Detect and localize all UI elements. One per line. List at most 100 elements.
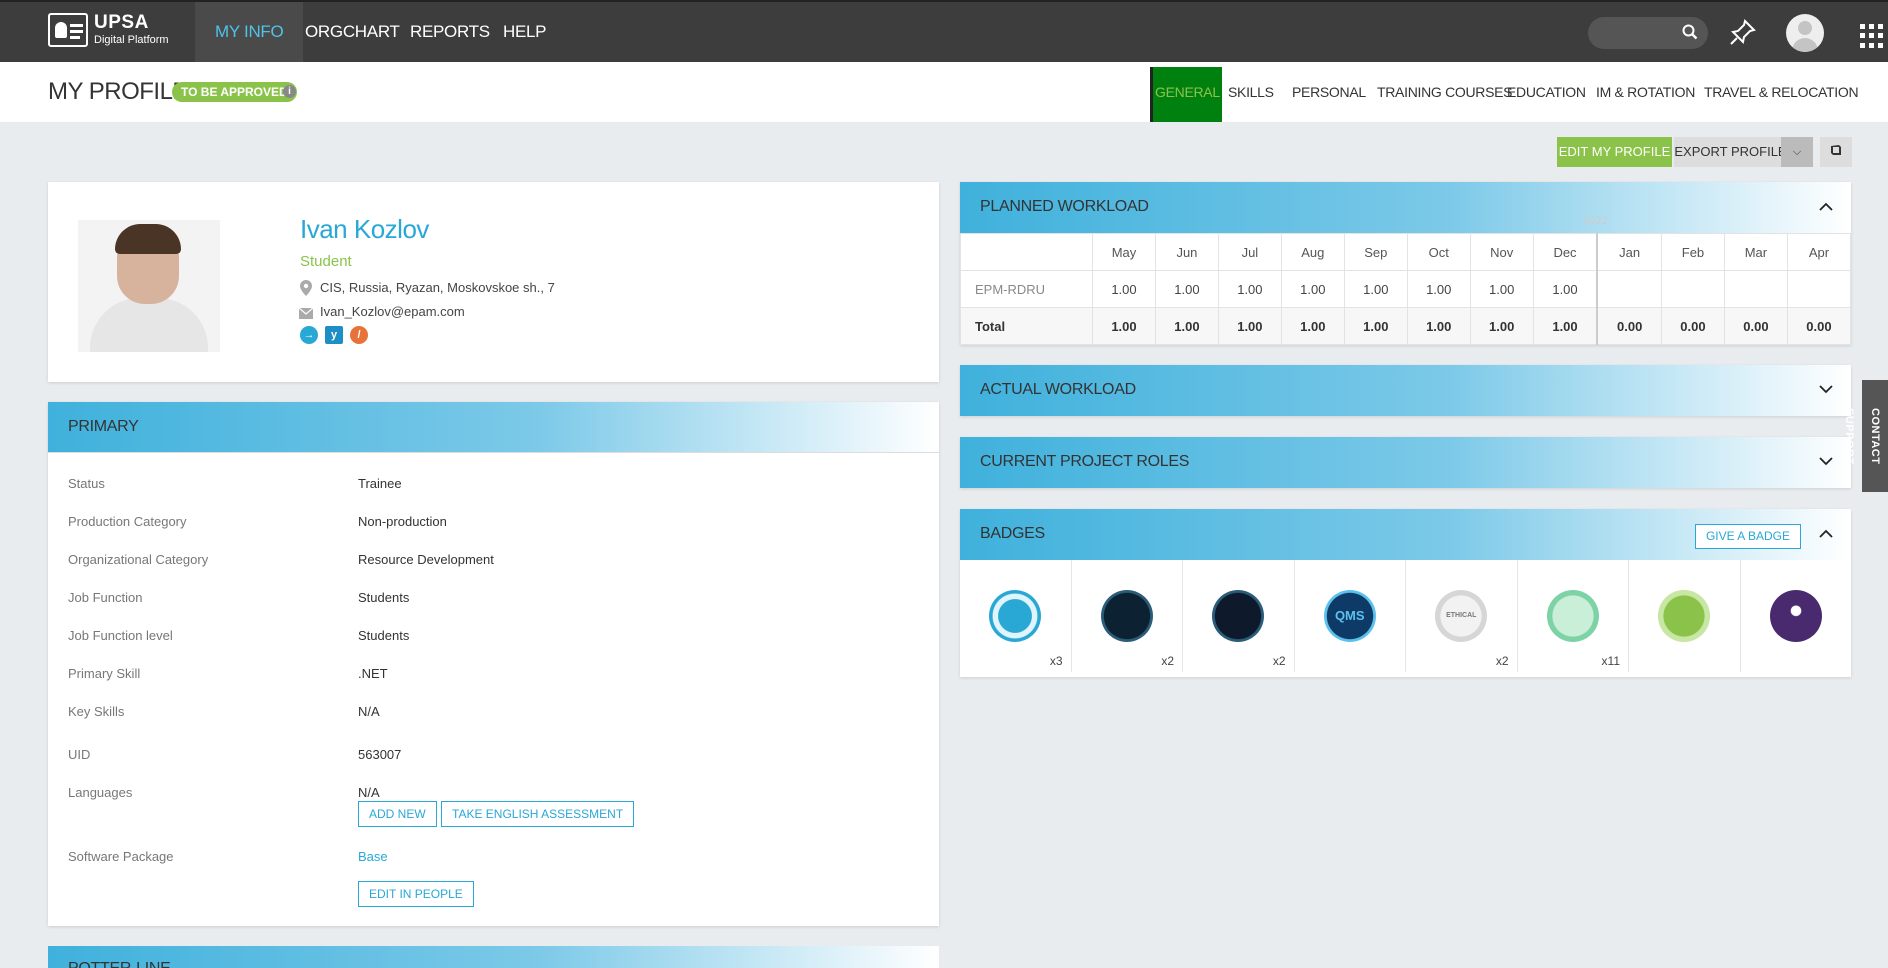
tab-skills[interactable]: SKILLS xyxy=(1228,62,1274,122)
export-dropdown-button[interactable]: ⌵ xyxy=(1781,137,1813,167)
uid-value: 563007 xyxy=(358,747,402,762)
total-cell: 1.00 xyxy=(1092,307,1156,345)
workload-cell: 1.00 xyxy=(1280,270,1345,308)
table-header-row: May Jun Jul Aug Sep Oct Nov Dec Jan Feb … xyxy=(960,233,1852,271)
person-name: Ivan Kozlov xyxy=(300,214,429,244)
total-label: Total xyxy=(960,307,1093,345)
edit-in-people-button[interactable]: EDIT IN PEOPLE xyxy=(358,881,474,907)
tab-personal[interactable]: PERSONAL xyxy=(1292,62,1366,122)
planned-workload-title: PLANNED WORKLOAD xyxy=(980,198,1149,215)
total-cell: 0.00 xyxy=(1786,307,1852,345)
month-header: Sep xyxy=(1343,233,1408,271)
primary-header: PRIMARY xyxy=(48,402,939,453)
actual-workload-header[interactable]: ACTUAL WORKLOAD xyxy=(960,365,1851,416)
pin-icon[interactable] xyxy=(1728,17,1758,52)
tab-general[interactable]: GENERAL xyxy=(1150,67,1222,122)
badge-item[interactable]: x2 xyxy=(1072,560,1183,672)
actual-workload-title: ACTUAL WORKLOAD xyxy=(980,381,1136,398)
languages-label: Languages xyxy=(68,785,133,800)
planned-workload-header[interactable]: PLANNED WORKLOAD xyxy=(960,182,1851,233)
badge-list: x3 x2 x2 QMS ETHICAL x2 x11 xyxy=(960,560,1851,672)
month-header: Oct xyxy=(1406,233,1471,271)
production-category-value: Non-production xyxy=(358,514,447,529)
app-logo[interactable]: UPSA Digital Platform xyxy=(48,13,169,47)
compliance-badge-icon xyxy=(1546,590,1599,642)
rocket-badge-icon xyxy=(1769,590,1822,642)
project-roles-header[interactable]: CURRENT PROJECT ROLES xyxy=(960,437,1851,488)
workload-cell: 1.00 xyxy=(1469,270,1534,308)
job-function-label: Job Function xyxy=(68,590,143,605)
tab-training-courses[interactable]: TRAINING COURSES xyxy=(1377,62,1513,122)
search-icon[interactable] xyxy=(1682,24,1698,45)
search-input[interactable] xyxy=(1588,17,1708,49)
total-cell: 1.00 xyxy=(1532,307,1598,345)
job-function-level-value: Students xyxy=(358,628,410,643)
add-language-button[interactable]: ADD NEW xyxy=(358,801,437,827)
badge-item[interactable]: x11 xyxy=(1518,560,1629,672)
software-package-label: Software Package xyxy=(68,849,174,864)
badge-item[interactable] xyxy=(1741,560,1852,672)
badge-item[interactable] xyxy=(1629,560,1741,672)
potter-line-title: POTTER-LINE xyxy=(68,960,171,968)
tree-badge-icon xyxy=(1658,590,1711,642)
chevron-down-icon[interactable] xyxy=(1819,383,1833,397)
give-badge-button[interactable]: GIVE A BADGE xyxy=(1694,524,1801,549)
contact-support-tab[interactable]: CONTACT SUPPORT xyxy=(1843,380,1888,492)
telescope-icon[interactable]: → xyxy=(300,326,318,344)
month-header: May xyxy=(1092,233,1156,271)
logo-subtitle: Digital Platform xyxy=(94,34,169,46)
organizational-category-value: Resource Development xyxy=(358,552,494,567)
potter-line-header[interactable]: POTTER-LINE xyxy=(48,946,939,968)
total-cell: 0.00 xyxy=(1660,307,1725,345)
apps-grid-icon[interactable] xyxy=(1860,24,1884,48)
hub-icon[interactable]: / xyxy=(350,326,368,344)
person-email[interactable]: Ivan_Kozlov@epam.com xyxy=(320,304,465,319)
organizational-category-label: Organizational Category xyxy=(68,552,209,567)
software-package-link[interactable]: Base xyxy=(358,849,388,864)
book-icon[interactable] xyxy=(1820,137,1852,167)
planned-workload-section: PLANNED WORKLOAD 2022 May Jun Jul Aug Se… xyxy=(960,182,1852,345)
month-header: Nov xyxy=(1469,233,1534,271)
workload-cell: 1.00 xyxy=(1154,270,1219,308)
total-cell: 1.00 xyxy=(1154,307,1219,345)
badge-item[interactable]: x2 xyxy=(1183,560,1295,672)
languages-value: N/A xyxy=(358,785,380,800)
job-function-level-label: Job Function level xyxy=(68,628,173,643)
chevron-up-icon[interactable] xyxy=(1819,527,1833,541)
info-icon[interactable]: i xyxy=(283,85,296,98)
monitor-badge-icon xyxy=(989,590,1042,642)
badge-item[interactable]: QMS xyxy=(1295,560,1406,672)
project-roles-section: CURRENT PROJECT ROLES xyxy=(960,437,1851,488)
logo-icon xyxy=(48,13,88,47)
take-english-assessment-button[interactable]: TAKE ENGLISH ASSESSMENT xyxy=(441,801,635,827)
tab-education[interactable]: EDUCATION xyxy=(1507,62,1586,122)
chevron-up-icon[interactable] xyxy=(1819,200,1833,214)
badge-item[interactable]: x3 xyxy=(960,560,1072,672)
total-cell: 0.00 xyxy=(1596,307,1662,345)
chevron-down-icon[interactable] xyxy=(1819,455,1833,469)
badge-count: x2 xyxy=(1272,654,1286,668)
social-links: → y / xyxy=(300,326,368,344)
badge-count: x2 xyxy=(1161,654,1174,668)
key-skills-value: N/A xyxy=(358,704,380,719)
tab-im-rotation[interactable]: IM & ROTATION xyxy=(1596,62,1695,122)
profile-header: MY PROFILE TO BE APPROVED i GENERAL SKIL… xyxy=(0,62,1888,122)
export-profile-button[interactable]: EXPORT PROFILE xyxy=(1674,137,1787,167)
workload-cell: 1.00 xyxy=(1092,270,1156,308)
month-header: Jun xyxy=(1154,233,1219,271)
project-name: EPM-RDRU xyxy=(960,270,1093,308)
total-cell: 1.00 xyxy=(1280,307,1345,345)
tab-travel-relocation[interactable]: TRAVEL & RELOCATION xyxy=(1704,62,1859,122)
badge-item[interactable]: ETHICAL x2 xyxy=(1406,560,1518,672)
workload-cell: 1.00 xyxy=(1406,270,1471,308)
status-label: Status xyxy=(68,476,105,491)
page-title: MY PROFILE xyxy=(48,78,188,105)
yammer-icon[interactable]: y xyxy=(325,326,343,344)
total-cell: 1.00 xyxy=(1343,307,1408,345)
actual-workload-section: ACTUAL WORKLOAD xyxy=(960,365,1851,416)
security-badge-icon xyxy=(1100,590,1153,642)
user-avatar[interactable] xyxy=(1786,14,1824,52)
edit-profile-button[interactable]: EDIT MY PROFILE xyxy=(1557,137,1672,167)
nav-help[interactable]: HELP xyxy=(483,2,566,62)
month-header: Mar xyxy=(1723,233,1788,271)
